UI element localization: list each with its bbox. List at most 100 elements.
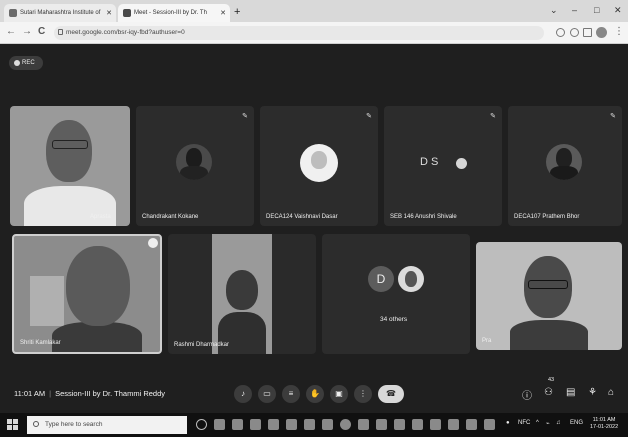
mic-muted-icon: ✎	[366, 113, 372, 120]
profile-avatar[interactable]	[596, 27, 607, 38]
volume-icon[interactable]: ♫	[556, 420, 561, 426]
browser-tab-bar: Sutari Maharashtra Institute of ✕ Meet -…	[0, 0, 628, 22]
info-icon[interactable]: ⓘ	[522, 387, 532, 402]
avatar-body	[180, 166, 208, 180]
participant-tile[interactable]: ✎ Chandrakant Kokane	[136, 106, 254, 226]
recording-label: REC	[22, 60, 35, 66]
end-call-button[interactable]: ☎	[378, 385, 404, 403]
cortana-icon[interactable]	[196, 419, 207, 430]
chat-icon[interactable]: ▤	[566, 387, 575, 398]
app-icon[interactable]	[484, 419, 495, 430]
participant-tile[interactable]: Rashmi Dharmadkar	[168, 234, 316, 354]
app-icon[interactable]	[394, 419, 405, 430]
mic-button[interactable]: ♪	[234, 385, 252, 403]
bookmark-star-icon[interactable]	[583, 28, 592, 37]
chrome-icon[interactable]	[340, 419, 351, 430]
meeting-details: 11:01 AM | Session-III by Dr. Thammi Reddy	[14, 389, 165, 398]
participant-face	[66, 246, 130, 326]
app-icon[interactable]	[358, 419, 369, 430]
meet-control-bar: 11:01 AM | Session-III by Dr. Thammi Reddy…	[0, 377, 628, 410]
tray-language-label[interactable]: ENG	[570, 420, 583, 426]
task-view-icon[interactable]	[214, 419, 225, 430]
background-shelf	[30, 276, 64, 326]
others-count: 34 others	[380, 316, 408, 323]
participant-name: Rashmi Dharmadkar	[174, 342, 230, 348]
app-icon[interactable]	[412, 419, 423, 430]
camera-button[interactable]: ▭	[258, 385, 276, 403]
captions-button[interactable]: ≡	[282, 385, 300, 403]
back-button[interactable]: ←	[6, 26, 16, 37]
tab-institute[interactable]: Sutari Maharashtra Institute of ✕	[4, 4, 116, 22]
raise-hand-button[interactable]: ✋	[306, 385, 324, 403]
lock-host-controls-icon[interactable]: ⌂	[608, 387, 614, 398]
avatar: D	[368, 266, 394, 292]
share-icon[interactable]	[570, 28, 579, 37]
store-icon[interactable]	[268, 419, 279, 430]
search-placeholder: Type here to search	[45, 421, 103, 428]
file-explorer-icon[interactable]	[232, 419, 243, 430]
participant-tile[interactable]: ✎ D S SEB 146 Anushri Shivale	[384, 106, 502, 226]
participant-tile[interactable]: Aprasta	[10, 106, 130, 226]
present-button[interactable]: ▣	[330, 385, 348, 403]
notification-icon[interactable]: ●	[506, 420, 510, 426]
tab-close-icon[interactable]: ✕	[220, 9, 226, 17]
taskbar-clock[interactable]: 11:01 AM 17-01-2022	[590, 417, 618, 431]
meet-stage: REC Aprasta ✎ Chandrakant Kokane ✎ DECA1…	[0, 44, 628, 413]
participant-tile-active-speaker[interactable]: Shriti Kamlakar	[12, 234, 162, 354]
mic-muted-icon: ✎	[490, 113, 496, 120]
edge-icon[interactable]	[250, 419, 261, 430]
clock-date: 17-01-2022	[590, 424, 619, 430]
new-tab-button[interactable]: +	[234, 6, 240, 18]
meeting-time: 11:01 AM	[14, 389, 46, 398]
tab-favicon-icon	[9, 9, 17, 17]
avatar	[456, 158, 467, 169]
participant-name: DECA107 Prathem Bhor	[514, 214, 580, 220]
avatar-face	[405, 271, 417, 287]
lock-icon	[58, 29, 63, 35]
app-icon[interactable]	[376, 419, 387, 430]
clock-time: 11:01 AM	[592, 417, 616, 423]
glasses-icon	[52, 140, 88, 149]
windows-start-icon[interactable]	[7, 419, 18, 430]
url-field[interactable]: meet.google.com/bsr-iqy-fbd?authuser=0	[54, 26, 544, 40]
app-icon[interactable]	[448, 419, 459, 430]
chevron-up-icon[interactable]: ^	[536, 420, 539, 426]
avatar	[546, 144, 582, 180]
others-tile[interactable]: D 34 others	[322, 234, 470, 354]
app-icon[interactable]	[322, 419, 333, 430]
participant-face	[226, 270, 258, 310]
participant-initials: D S	[420, 156, 439, 168]
more-options-button[interactable]: ⋮	[354, 385, 372, 403]
activities-icon[interactable]: ⚘	[588, 387, 597, 398]
participant-tile[interactable]: Pra	[476, 242, 622, 350]
participant-tile[interactable]: ✎ DECA107 Prathem Bhor	[508, 106, 622, 226]
forward-button[interactable]: →	[22, 26, 32, 37]
address-bar: ← → C meet.google.com/bsr-iqy-fbd?authus…	[0, 22, 628, 44]
reload-button[interactable]: C	[38, 26, 45, 37]
avatar	[398, 266, 424, 292]
avatar	[176, 144, 212, 180]
minimize-button[interactable]: –	[572, 5, 577, 15]
network-icon[interactable]: ⌁	[546, 420, 550, 427]
participant-tile[interactable]: ✎ DECA124 Vaishnavi Dasar	[260, 106, 378, 226]
camera-permission-icon[interactable]	[556, 28, 565, 37]
people-icon[interactable]: ⚇	[544, 387, 553, 398]
app-icon[interactable]	[304, 419, 315, 430]
taskbar-search-field[interactable]: Type here to search	[27, 416, 187, 434]
tab-close-icon[interactable]: ✕	[106, 9, 112, 17]
participant-video	[52, 322, 142, 352]
participant-name: Chandrakant Kokane	[142, 214, 199, 220]
browser-menu-icon[interactable]: ⋮	[614, 26, 624, 37]
url-text: meet.google.com/bsr-iqy-fbd?authuser=0	[66, 29, 185, 36]
word-icon[interactable]	[430, 419, 441, 430]
maximize-button[interactable]: □	[594, 5, 599, 15]
chevron-down-icon[interactable]: ⌄	[550, 5, 558, 16]
participant-name: Aprasta	[90, 214, 111, 220]
meet-favicon-icon	[123, 9, 131, 17]
mail-icon[interactable]	[286, 419, 297, 430]
meeting-title: Session-III by Dr. Thammi Reddy	[55, 389, 165, 398]
mic-muted-icon: ✎	[610, 113, 616, 120]
tab-meet[interactable]: Meet - Session-III by Dr. Th ✕	[118, 4, 230, 22]
close-window-button[interactable]: ✕	[614, 5, 622, 16]
app-icon[interactable]	[466, 419, 477, 430]
